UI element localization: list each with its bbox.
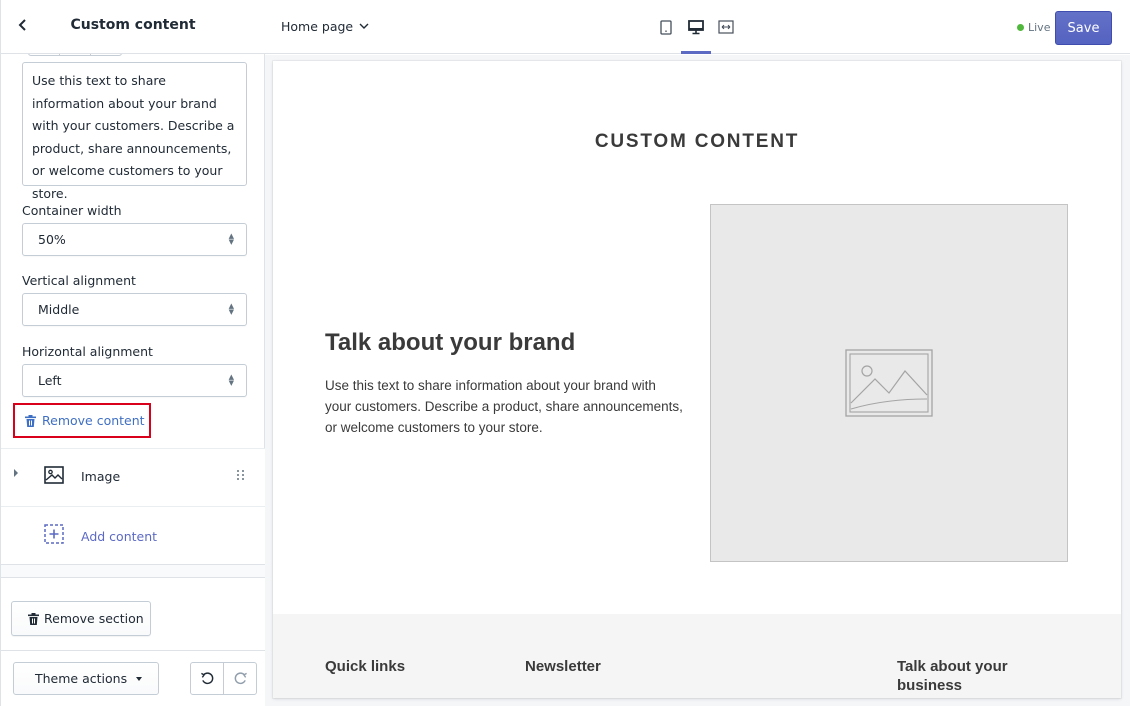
editor-topbar: Home page Live Save [265, 0, 1130, 54]
select-arrows-icon: ▲ ▼ [228, 302, 234, 316]
container-width-label: Container width [22, 203, 122, 218]
trash-icon [25, 414, 36, 427]
add-content-label: Add content [81, 529, 158, 544]
remove-content-button[interactable]: Remove content [13, 403, 151, 438]
footer-heading-about: Talk about your business [897, 658, 1008, 694]
image-placeholder-icon [845, 349, 933, 417]
drag-handle-icon[interactable] [237, 470, 245, 480]
active-device-indicator [681, 51, 711, 54]
desktop-icon [688, 19, 704, 34]
section-title: CUSTOM CONTENT [594, 131, 800, 152]
save-button[interactable]: Save [1055, 11, 1112, 45]
redo-button[interactable] [224, 663, 256, 694]
sidebar-title: Custom content [70, 17, 196, 33]
add-block-icon [44, 524, 64, 544]
sidebar-action-bar: Theme actions [1, 650, 265, 706]
block-item-label: Image [81, 469, 121, 484]
caret-down-icon [136, 676, 143, 681]
theme-actions-button[interactable]: Theme actions [13, 662, 159, 695]
richtext-toolbar[interactable] [28, 54, 122, 56]
content-heading: Talk about your brand [325, 329, 576, 356]
live-status: Live [1017, 21, 1050, 34]
chevron-left-icon [18, 19, 26, 31]
vertical-alignment-select[interactable]: Middle ▲ ▼ [22, 293, 247, 326]
chevron-down-icon [359, 23, 369, 30]
caret-right-icon[interactable] [14, 469, 18, 477]
horizontal-alignment-label: Horizontal alignment [22, 344, 153, 359]
mobile-icon [660, 19, 672, 35]
fullscreen-icon [718, 20, 734, 34]
redo-icon [234, 672, 247, 685]
image-icon [44, 465, 64, 485]
horizontal-alignment-select[interactable]: Left ▲ ▼ [22, 364, 247, 397]
richtext-editor[interactable]: Use this text to share information about… [22, 62, 247, 201]
theme-actions-label: Theme actions [35, 671, 128, 686]
block-item-image[interactable]: Image [1, 448, 265, 506]
fullscreen-view-button[interactable] [711, 14, 741, 40]
sidebar-footer: Remove section Theme actions [1, 578, 265, 706]
select-arrows-icon: ▲ ▼ [228, 373, 234, 387]
content-body: Use this text to share information about… [325, 378, 683, 435]
store-preview[interactable]: CUSTOM CONTENT Talk about your brand Use… [273, 61, 1121, 698]
select-arrows-icon: ▲ ▼ [228, 232, 234, 246]
sidebar-settings-panel[interactable]: Use this text to share information about… [1, 54, 265, 578]
add-content-button[interactable]: Add content [1, 506, 265, 564]
mobile-view-button[interactable] [651, 14, 681, 40]
vertical-alignment-label: Vertical alignment [22, 273, 136, 288]
store-footer: Quick links Newsletter Talk about your b… [273, 614, 1121, 698]
container-width-value: 50% [38, 232, 66, 247]
remove-section-button[interactable]: Remove section [11, 601, 151, 636]
container-width-select[interactable]: 50% ▲ ▼ [22, 223, 247, 256]
footer-heading-newsletter: Newsletter [525, 658, 601, 675]
undo-button[interactable] [191, 663, 224, 694]
horizontal-alignment-value: Left [38, 373, 62, 388]
undo-redo-group [190, 662, 257, 695]
trash-icon [28, 612, 39, 625]
panel-divider [1, 564, 265, 578]
vertical-alignment-value: Middle [38, 302, 80, 317]
back-button[interactable] [13, 16, 33, 38]
footer-heading-quick-links: Quick links [325, 658, 406, 675]
remove-content-label: Remove content [42, 413, 145, 428]
undo-icon [200, 672, 213, 685]
page-selector[interactable]: Home page [281, 19, 369, 34]
live-dot-icon [1017, 24, 1024, 31]
page-selector-label: Home page [281, 19, 354, 34]
live-status-label: Live [1028, 21, 1051, 34]
desktop-view-button[interactable] [681, 14, 711, 40]
remove-section-label: Remove section [44, 611, 144, 626]
sidebar-header: Custom content [1, 0, 265, 54]
editor-sidebar: Custom content Use this text to share in… [0, 0, 265, 706]
image-placeholder [710, 204, 1068, 562]
